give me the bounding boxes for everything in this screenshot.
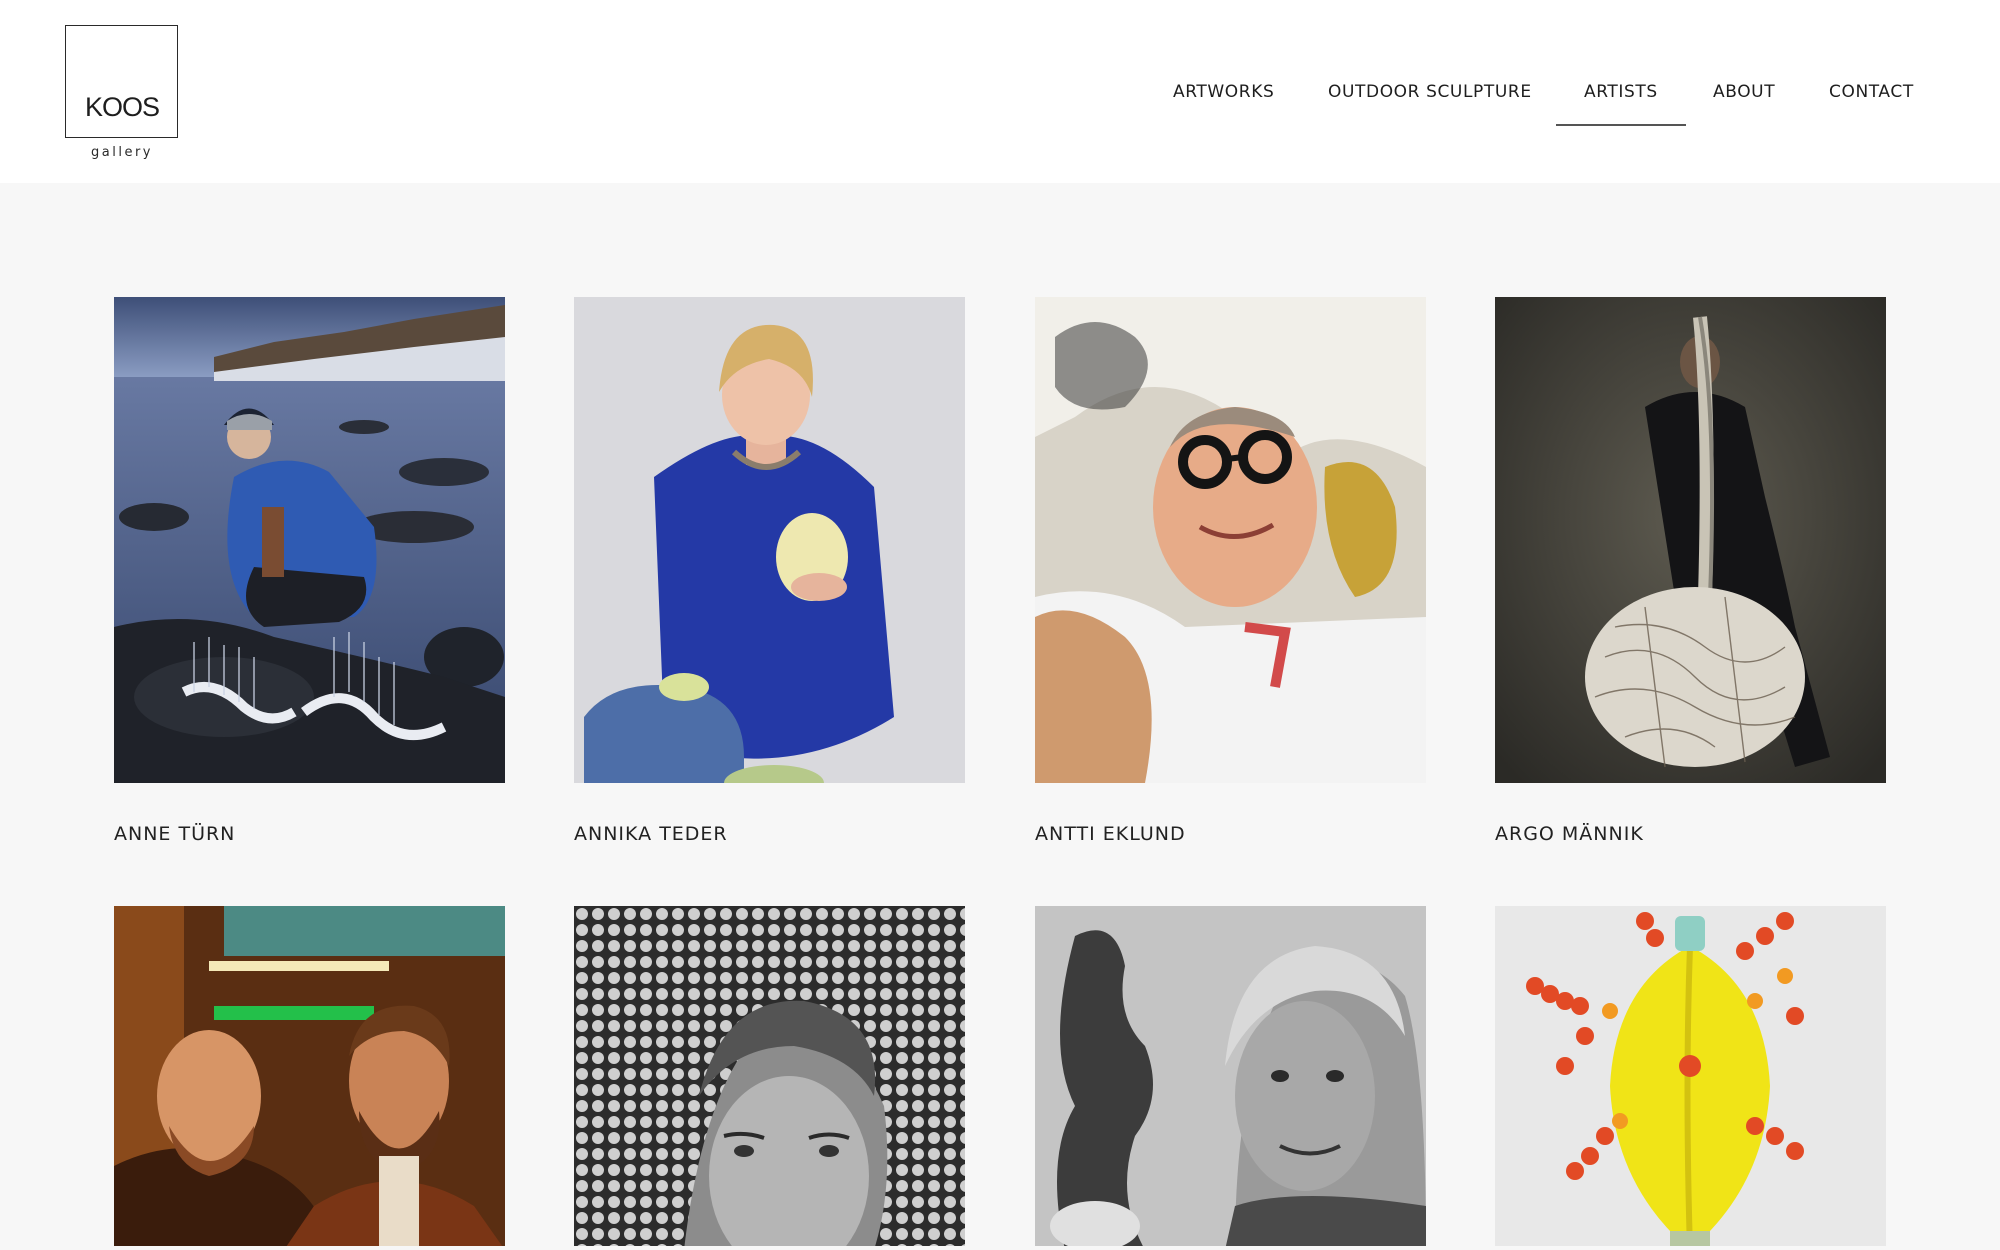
artist-card[interactable] bbox=[1495, 906, 1886, 1246]
artist-photo bbox=[1035, 297, 1426, 783]
artist-photo bbox=[1495, 906, 1886, 1246]
artist-photo bbox=[114, 297, 505, 783]
artist-name: ANNE TÜRN bbox=[114, 823, 236, 845]
artist-card[interactable] bbox=[574, 906, 965, 1246]
artist-name: ARGO MÄNNIK bbox=[1495, 823, 1644, 845]
artist-card[interactable] bbox=[1035, 906, 1426, 1246]
artist-photo bbox=[574, 906, 965, 1246]
artist-card-anne-turn[interactable]: ANNE TÜRN bbox=[114, 297, 505, 845]
artist-name: ANNIKA TEDER bbox=[574, 823, 728, 845]
artists-grid: ANNE TÜRN ANNIKA TEDER ANTTI EKLUND ARGO… bbox=[0, 0, 2000, 1250]
artist-photo bbox=[114, 906, 505, 1246]
artist-photo bbox=[1035, 906, 1426, 1246]
artist-photo bbox=[574, 297, 965, 783]
artist-name: ANTTI EKLUND bbox=[1035, 823, 1186, 845]
artist-card-annika-teder[interactable]: ANNIKA TEDER bbox=[574, 297, 965, 845]
artist-card[interactable] bbox=[114, 906, 505, 1246]
artist-card-antti-eklund[interactable]: ANTTI EKLUND bbox=[1035, 297, 1426, 845]
artist-card-argo-mannik[interactable]: ARGO MÄNNIK bbox=[1495, 297, 1886, 845]
artist-photo bbox=[1495, 297, 1886, 783]
